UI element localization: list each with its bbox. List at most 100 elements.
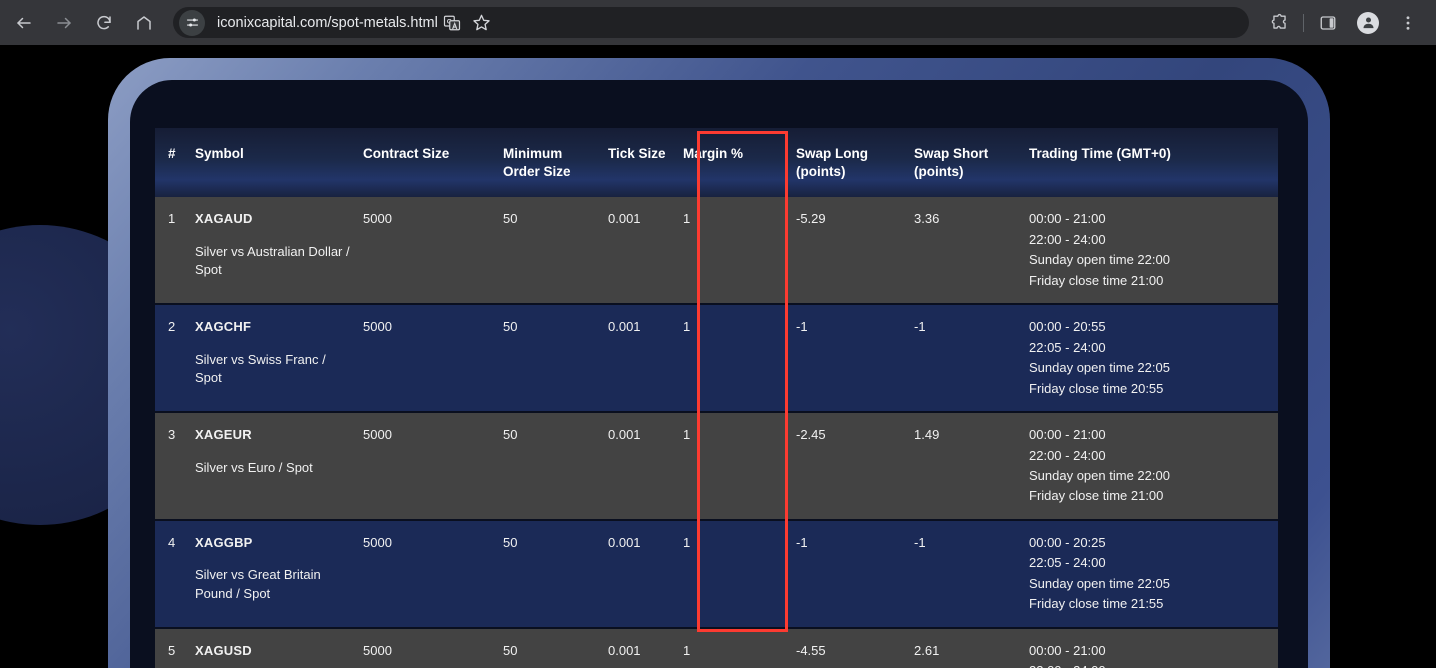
cell-swap-short: 1.49 [914, 412, 1029, 521]
trading-time-line: Friday close time 21:55 [1029, 596, 1164, 612]
puzzle-piece-icon [1271, 13, 1286, 29]
header-line-1: Swap Short [914, 146, 989, 161]
web-page-content: # Symbol Contract Size Minimum Order Siz… [0, 45, 1436, 668]
extensions-button[interactable] [1264, 8, 1294, 38]
header-line-2: (points) [914, 164, 964, 180]
trading-time-line: 22:00 - 24:00 [1029, 662, 1268, 668]
omnibox-actions: G [438, 9, 498, 37]
trading-time-line: Sunday open time 22:00 [1029, 252, 1170, 268]
profile-button[interactable] [1353, 8, 1383, 38]
cell-tick-size: 0.001 [608, 627, 683, 668]
table-row: 5XAGUSDSilver vs US Dollar / Spot5000500… [155, 627, 1278, 668]
cell-contract-size: 5000 [363, 412, 503, 521]
trading-time-line: Sunday open time 22:00 [1029, 467, 1170, 483]
table-row: 4 XAGGBP Silver vs Great Britain Pound / S… [155, 519, 1278, 629]
table-header: # Symbol Contract Size Minimum Order Siz… [155, 128, 1278, 198]
cell-swap-short: -1 [914, 519, 1029, 629]
cell-margin-percent: 1 [683, 412, 796, 521]
home-button[interactable] [129, 8, 159, 38]
browser-actions [1259, 8, 1436, 38]
trading-time-line: Friday close time 21:00 [1029, 272, 1164, 288]
symbol-description: Silver vs Great Britain Pound / Spot [195, 567, 321, 601]
cell-swap-short: 3.36 [914, 197, 1029, 306]
cell-swap-long: -1 [796, 519, 914, 629]
table-body: 1 XAGAUD Silver vs Australian Dollar / Spo… [155, 197, 1278, 668]
symbol-code: XAGEUR [195, 427, 252, 443]
cell-margin-percent: 1 [683, 627, 796, 668]
home-icon [137, 15, 151, 30]
cell-swap-long: -4.55 [796, 627, 914, 668]
trading-time-line: 00:00 - 21:00 [1029, 211, 1106, 227]
trading-time-line: 00:00 - 20:25 [1029, 534, 1106, 550]
column-header-minimum-order-size[interactable]: Minimum Order Size [503, 128, 608, 198]
back-button[interactable] [9, 8, 39, 38]
column-header-contract-size[interactable]: Contract Size [363, 128, 503, 198]
reload-icon [97, 15, 111, 29]
cell-margin-percent: 1 [683, 304, 796, 414]
cell-trading-time: 00:00 - 20:25 22:05 - 24:00 Sunday open ti… [1029, 519, 1278, 629]
address-bar[interactable]: iconixcapital.com/spot-metals.html G [173, 7, 1249, 38]
symbol-description: Silver vs Euro / Spot [195, 459, 313, 475]
table-header-row: # Symbol Contract Size Minimum Order Siz… [155, 128, 1278, 198]
trading-time-line: Friday close time 21:00 [1029, 488, 1164, 504]
cell-tick-size: 0.001 [608, 519, 683, 629]
symbol-code: XAGGBP [195, 534, 253, 550]
cell-symbol: XAGGBP Silver vs Great Britain Pound / Sp… [195, 519, 363, 629]
column-header-margin-percent[interactable]: Margin % [683, 128, 796, 198]
table-row: 3 XAGEUR Silver vs Euro / Spot 5000 50 0.001 1… [155, 412, 1278, 521]
toolbar-divider [1303, 13, 1304, 32]
column-header-swap-short[interactable]: Swap Short (points) [914, 128, 1029, 198]
column-header-tick-size[interactable]: Tick Size [608, 128, 683, 198]
trading-time-line: 00:00 - 21:00 [1029, 427, 1106, 443]
trading-time-line: 00:00 - 21:00 [1029, 642, 1106, 658]
bookmark-button[interactable] [468, 9, 496, 37]
browser-toolbar: iconixcapital.com/spot-metals.html G [0, 0, 1436, 45]
cell-trading-time: 00:00 - 20:55 22:05 - 24:00 Sunday open ti… [1029, 304, 1278, 414]
side-panel-button[interactable] [1313, 8, 1343, 38]
header-line-1: Minimum [503, 146, 563, 161]
cell-tick-size: 0.001 [608, 412, 683, 521]
cell-margin-percent: 1 [683, 197, 796, 306]
person-icon [1363, 17, 1373, 29]
cell-swap-short: -1 [914, 304, 1029, 414]
forward-button[interactable] [49, 8, 79, 38]
cell-tick-size: 0.001 [608, 304, 683, 414]
symbol-code: XAGCHF [195, 319, 252, 335]
cell-symbol: XAGCHF Silver vs Swiss Franc / Spot [195, 304, 363, 414]
url-text[interactable]: iconixcapital.com/spot-metals.html [217, 15, 438, 31]
cell-trading-time: 00:00 - 21:00 22:00 - 24:00 Sunday open ti… [1029, 412, 1278, 521]
cell-contract-size: 5000 [363, 304, 503, 414]
cell-minimum-order-size: 50 [503, 627, 608, 668]
cell-index: 1 [155, 197, 195, 306]
cell-index: 3 [155, 412, 195, 521]
cell-tick-size: 0.001 [608, 197, 683, 306]
chrome-menu-button[interactable] [1393, 8, 1423, 38]
spot-metals-table: # Symbol Contract Size Minimum Order Siz… [155, 128, 1278, 668]
star-icon [473, 14, 491, 31]
column-header-symbol[interactable]: Symbol [195, 128, 363, 198]
tune-sliders-icon [186, 18, 198, 27]
trading-time-line: 22:00 - 24:00 [1029, 447, 1106, 463]
cell-index: 2 [155, 304, 195, 414]
site-info-button[interactable] [179, 9, 205, 36]
translate-button[interactable]: G [438, 9, 466, 37]
cell-minimum-order-size: 50 [503, 197, 608, 306]
column-header-trading-time[interactable]: Trading Time (GMT+0) [1029, 128, 1278, 198]
trading-time-line: 00:00 - 20:55 [1029, 319, 1106, 335]
symbol-code: XAGUSD [195, 642, 252, 658]
column-header-index[interactable]: # [155, 128, 195, 198]
spot-metals-table-container: # Symbol Contract Size Minimum Order Siz… [155, 128, 1278, 668]
cell-swap-short: 2.61 [914, 627, 1029, 668]
header-line-2: Order Size [503, 164, 571, 180]
header-line-2: (points) [796, 164, 846, 180]
cell-margin-percent: 1 [683, 519, 796, 629]
column-header-swap-long[interactable]: Swap Long (points) [796, 128, 914, 198]
translate-icon: G [443, 15, 460, 30]
side-panel-icon [1320, 15, 1336, 30]
symbol-code: XAGAUD [195, 211, 253, 227]
header-line-1: Swap Long [796, 146, 868, 161]
cell-swap-long: -2.45 [796, 412, 914, 521]
trading-time-line: 22:05 - 24:00 [1029, 339, 1106, 355]
cell-swap-long: -1 [796, 304, 914, 414]
reload-button[interactable] [89, 8, 119, 38]
